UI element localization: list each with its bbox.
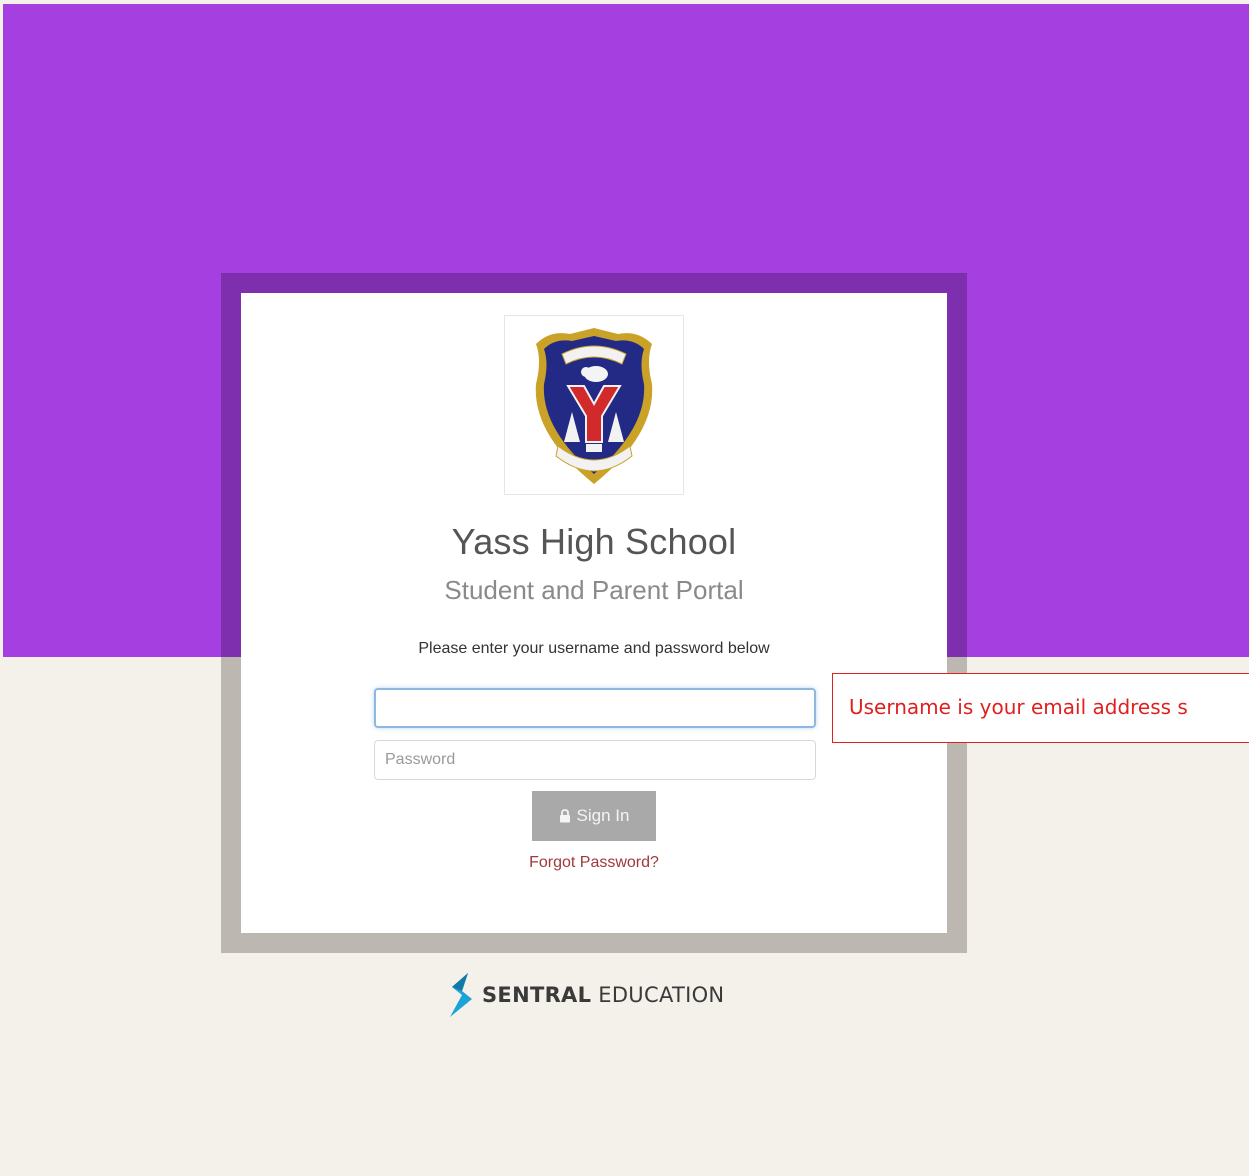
login-page: Yass High School Student and Parent Port…: [0, 0, 1249, 1176]
login-card: Yass High School Student and Parent Port…: [241, 293, 947, 933]
login-instruction: Please enter your username and password …: [418, 640, 770, 657]
school-crest-icon: [535, 328, 653, 484]
portal-subtitle: Student and Parent Portal: [444, 575, 744, 605]
brand-rest-text: EDUCATION: [598, 983, 725, 1007]
school-name: Yass High School: [451, 521, 737, 562]
sign-in-button[interactable]: Sign In: [532, 791, 656, 841]
brand-bold-text: SENTRAL: [482, 983, 592, 1007]
school-logo: [504, 315, 684, 495]
username-input[interactable]: [374, 688, 816, 728]
forgot-password-link[interactable]: Forgot Password?: [241, 854, 947, 872]
username-hint-callout: Username is your email address s: [832, 673, 1249, 743]
password-input[interactable]: [374, 740, 816, 780]
sentral-s-icon: [450, 973, 472, 1017]
login-frame: Yass High School Student and Parent Port…: [221, 273, 967, 953]
lock-icon: [559, 809, 570, 823]
sentral-education-brand: SENTRAL EDUCATION: [446, 970, 724, 1020]
sign-in-label: Sign In: [576, 806, 630, 825]
